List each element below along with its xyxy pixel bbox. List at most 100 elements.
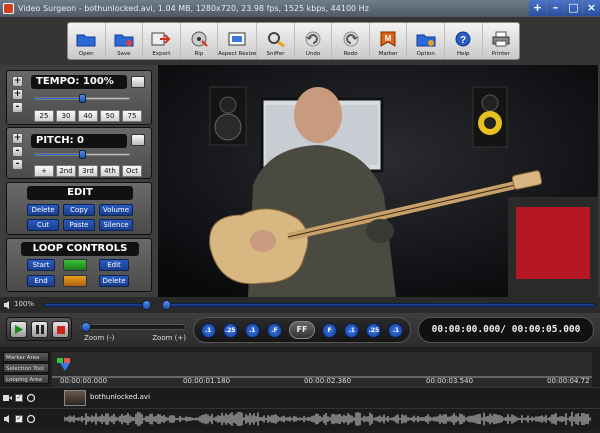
window-controls: + – □ × xyxy=(528,0,600,17)
restore-button[interactable]: □ xyxy=(565,0,582,16)
rip-label: Rip xyxy=(194,51,204,57)
volume-percent: 100% xyxy=(14,300,35,308)
volume-icon[interactable] xyxy=(3,300,13,310)
edit-cut-button[interactable]: Cut xyxy=(27,219,59,231)
edit-volume-button[interactable]: Volume xyxy=(99,204,133,216)
maximize-plus-button[interactable]: + xyxy=(529,0,546,16)
sniffer-button[interactable]: Sniffer xyxy=(257,23,295,59)
tempo-preset-75[interactable]: 75 xyxy=(122,110,142,122)
selection-tool-label[interactable]: Selection Tool xyxy=(3,363,49,373)
edit-copy-button[interactable]: Copy xyxy=(63,204,95,216)
speed-back-25-button[interactable]: .25 xyxy=(222,322,238,338)
zoom-slider[interactable] xyxy=(80,322,186,332)
tempo-slider[interactable] xyxy=(34,94,130,103)
help-button[interactable]: ? Help xyxy=(445,23,483,59)
pitch-settings-icon[interactable] xyxy=(131,134,145,146)
printer-icon xyxy=(491,29,511,49)
tempo-preset-50[interactable]: 50 xyxy=(100,110,120,122)
aspect-resize-button[interactable]: Aspect Resize xyxy=(218,23,258,59)
pitch-preset-2nd[interactable]: 2nd xyxy=(56,165,76,177)
loop-delete-button[interactable]: Delete xyxy=(99,275,129,287)
speed-back-1b-button[interactable]: .1 xyxy=(244,322,260,338)
edit-paste-button[interactable]: Paste xyxy=(63,219,95,231)
position-slider[interactable] xyxy=(162,300,595,310)
tempo-plus2-button[interactable]: + xyxy=(12,89,23,100)
pitch-plus-button[interactable]: + xyxy=(12,133,23,144)
looping-area-label[interactable]: Looping Area xyxy=(3,374,49,384)
save-button[interactable]: Save xyxy=(106,23,144,59)
loop-set-end-icon[interactable] xyxy=(63,275,87,287)
video-preview[interactable] xyxy=(158,65,598,297)
pause-button[interactable] xyxy=(31,321,48,338)
marker-button[interactable]: M Marker xyxy=(370,23,408,59)
tempo-preset-30[interactable]: 30 xyxy=(56,110,76,122)
playhead[interactable] xyxy=(60,363,70,371)
tempo-slider-knob[interactable] xyxy=(78,94,86,103)
speed-back-1-button[interactable]: .1 xyxy=(200,322,216,338)
speed-fwd-1-button[interactable]: .1 xyxy=(344,322,360,338)
undo-button[interactable]: Undo xyxy=(295,23,333,59)
zoom-out-label[interactable]: Zoom (-) xyxy=(84,334,114,342)
loop-start-button[interactable]: Start xyxy=(27,259,55,271)
loop-edit-button[interactable]: Edit xyxy=(99,259,129,271)
stop-button[interactable] xyxy=(52,321,69,338)
tempo-title: TEMPO: 100% xyxy=(31,75,127,89)
pitch-minus-button[interactable]: - xyxy=(12,146,23,157)
export-button[interactable]: Export xyxy=(143,23,181,59)
fast-forward-button[interactable]: FF xyxy=(288,321,315,339)
speed-fwd-25-button[interactable]: .25 xyxy=(366,322,382,338)
rip-button[interactable]: Rip xyxy=(181,23,219,59)
app-icon xyxy=(3,3,14,14)
minimize-button[interactable]: – xyxy=(547,0,564,16)
tempo-preset-40[interactable]: 40 xyxy=(78,110,98,122)
pitch-slider-knob[interactable] xyxy=(78,150,86,159)
audio-track-link-icon[interactable] xyxy=(26,414,36,424)
undo-label: Undo xyxy=(305,51,321,57)
loop-end-button[interactable]: End xyxy=(27,275,55,287)
edit-silence-button[interactable]: Silence xyxy=(99,219,133,231)
pitch-preset-3rd[interactable]: 3rd xyxy=(78,165,98,177)
open-label: Open xyxy=(78,51,94,57)
play-button[interactable] xyxy=(10,321,27,338)
video-track-controls: ✓ xyxy=(3,391,49,405)
pitch-preset-oct[interactable]: Oct xyxy=(122,165,142,177)
audio-waveform[interactable] xyxy=(64,411,592,427)
pitch-minus2-button[interactable]: - xyxy=(12,159,23,170)
marker-area-label[interactable]: Marker Area xyxy=(3,352,49,362)
video-track-link-icon[interactable] xyxy=(26,393,36,403)
edit-delete-button[interactable]: Delete xyxy=(27,204,59,216)
zoom-slider-knob[interactable] xyxy=(81,322,91,332)
close-button[interactable]: × xyxy=(583,0,600,16)
position-slider-knob[interactable] xyxy=(162,300,171,310)
tempo-settings-icon[interactable] xyxy=(131,76,145,88)
current-time: 00:00:00.000 xyxy=(431,324,501,335)
speed-fwd-1b-button[interactable]: .1 xyxy=(388,322,404,338)
pitch-slider[interactable] xyxy=(34,150,130,159)
timeline-ruler[interactable]: 00:00:00.000 00:00:01.180 00:00:02.360 0… xyxy=(52,352,592,387)
app-window: Video Surgeon - bothunlocked.avi, 1.04 M… xyxy=(0,0,600,433)
option-button[interactable]: Option xyxy=(407,23,445,59)
svg-text:M: M xyxy=(385,34,392,43)
main-toolbar: Open Save Export Rip Aspect Resize Sniff… xyxy=(67,22,520,60)
tempo-slider-fill xyxy=(35,98,82,99)
video-track-checkbox[interactable]: ✓ xyxy=(15,394,23,402)
pitch-preset-4th[interactable]: 4th xyxy=(100,165,120,177)
zoom-in-label[interactable]: Zoom (+) xyxy=(152,334,186,342)
speed-fwd-frame-button[interactable]: F xyxy=(322,322,338,338)
pitch-preset-plus[interactable]: + xyxy=(34,165,54,177)
tempo-minus-button[interactable]: - xyxy=(12,102,23,113)
redo-button[interactable]: Redo xyxy=(332,23,370,59)
volume-slider-knob[interactable] xyxy=(142,300,151,310)
tempo-plus-button[interactable]: + xyxy=(12,76,23,87)
loop-set-start-icon[interactable] xyxy=(63,259,87,271)
speed-back-frame-button[interactable]: .F xyxy=(266,322,282,338)
volume-slider[interactable] xyxy=(44,300,151,310)
open-button[interactable]: Open xyxy=(68,23,106,59)
transport-bar: Zoom (-) Zoom (+) .1 .25 .1 .F FF F .1 .… xyxy=(0,313,600,347)
printer-button[interactable]: Printer xyxy=(483,23,520,59)
tempo-preset-25[interactable]: 25 xyxy=(34,110,54,122)
ruler-tick-4: 00:00:04.72 xyxy=(547,377,590,385)
folder-save-icon xyxy=(114,29,134,49)
audio-track-checkbox[interactable]: ✓ xyxy=(15,415,23,423)
edit-box: EDIT Delete Copy Volume Cut Paste Silenc… xyxy=(6,182,152,235)
